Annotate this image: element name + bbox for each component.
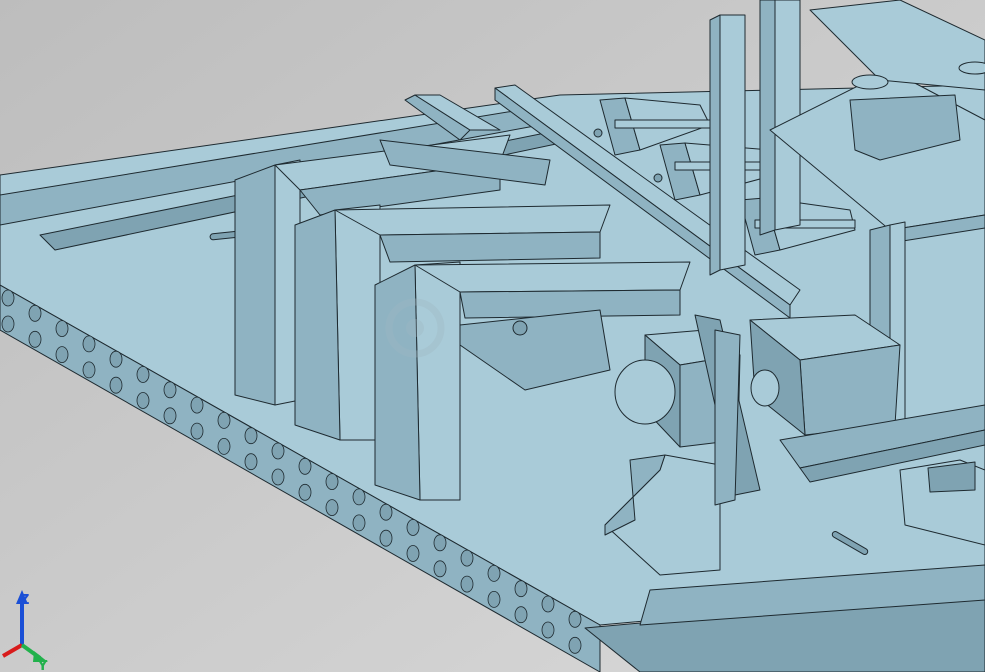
perforation-hole <box>217 411 231 429</box>
hole-icon <box>512 320 528 336</box>
perforation-hole <box>109 350 123 368</box>
perforation-hole <box>460 575 474 593</box>
perforation-hole <box>298 457 312 475</box>
perforation-hole <box>325 499 339 517</box>
perforation-hole <box>514 580 528 598</box>
perforation-hole <box>271 468 285 486</box>
perforation-hole <box>109 376 123 394</box>
bolt-icon <box>593 128 603 138</box>
perforation-hole <box>55 320 69 338</box>
perforation-hole <box>487 565 501 582</box>
perforation-hole <box>163 407 177 425</box>
perforation-hole <box>433 534 447 552</box>
perforation-hole <box>55 346 69 364</box>
perforation-hole <box>1 315 15 333</box>
perforation-hole <box>244 427 258 445</box>
perforation-hole <box>244 453 258 471</box>
y-axis-label: Y <box>37 659 48 672</box>
watermark-gear-core <box>406 319 424 337</box>
perforation-hole <box>136 366 150 383</box>
perforation-hole <box>136 392 150 409</box>
perforation-hole <box>352 488 366 506</box>
perforation-hole <box>298 483 312 501</box>
perforation-hole <box>541 621 555 639</box>
perforation-hole <box>82 335 96 353</box>
perforation-hole <box>28 330 42 348</box>
perforation-hole <box>271 442 285 460</box>
model-view[interactable]: Z Y <box>0 0 985 672</box>
bolt-icon <box>653 173 663 183</box>
perforation-hole <box>1 289 15 307</box>
perforation-hole <box>541 595 555 613</box>
perforation-hole <box>406 519 420 536</box>
perforation-hole <box>190 422 204 440</box>
perforation-hole <box>163 381 177 399</box>
perforation-hole <box>514 606 528 624</box>
cad-viewport[interactable]: Z Y <box>0 0 985 672</box>
z-axis-label: Z <box>20 593 29 608</box>
shaft-icon <box>851 74 889 90</box>
perforation-hole <box>190 396 204 414</box>
perforation-hole <box>325 473 339 491</box>
perforation-hole <box>379 529 393 547</box>
perforation-hole <box>487 591 501 608</box>
perforation-hole <box>28 304 42 322</box>
perforation-hole <box>406 545 420 562</box>
perforation-hole <box>460 549 474 567</box>
perforation-hole <box>82 361 96 379</box>
shaft-icon <box>958 61 985 75</box>
shaft-icon <box>750 369 780 407</box>
perforation-hole <box>568 636 582 654</box>
perforation-hole <box>433 560 447 578</box>
perforation-hole <box>217 437 231 455</box>
perforation-hole <box>352 514 366 532</box>
perforation-hole <box>568 610 582 628</box>
shaft-icon <box>614 359 676 425</box>
perforation-hole <box>379 503 393 521</box>
